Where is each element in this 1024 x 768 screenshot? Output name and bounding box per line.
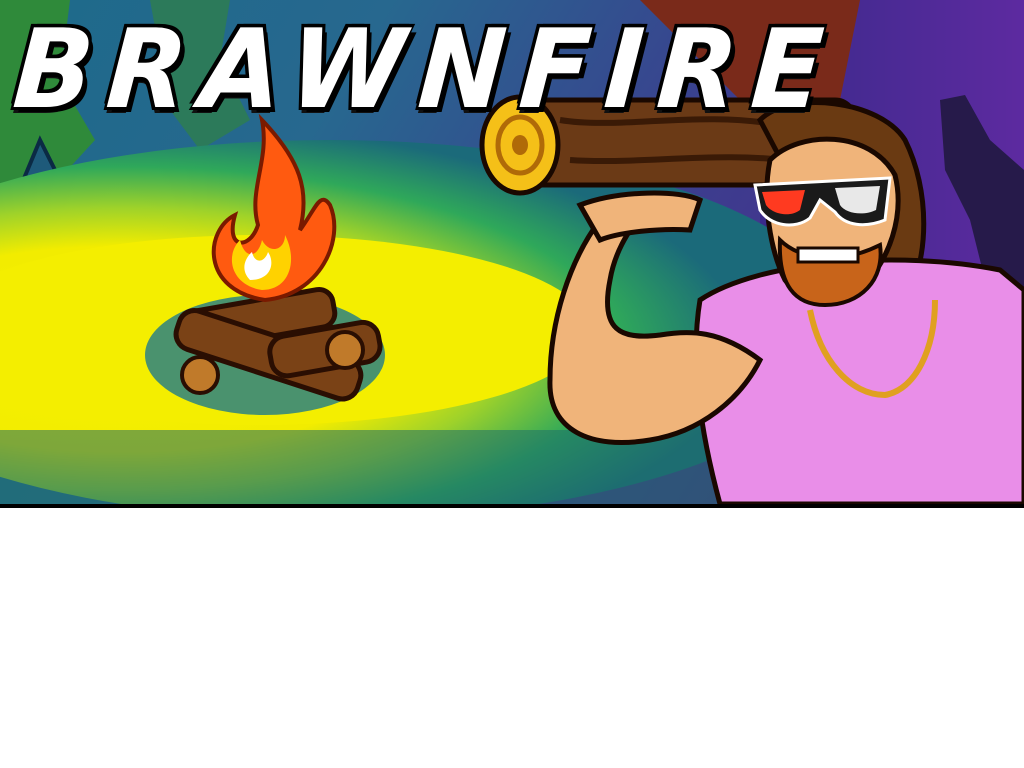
- game-title: BRAWNFIRE: [9, 4, 842, 134]
- lower-blank-area: [0, 508, 1024, 768]
- game-screen: BRAWNFIRE: [0, 0, 1024, 768]
- title-scene: BRAWNFIRE: [0, 0, 1024, 504]
